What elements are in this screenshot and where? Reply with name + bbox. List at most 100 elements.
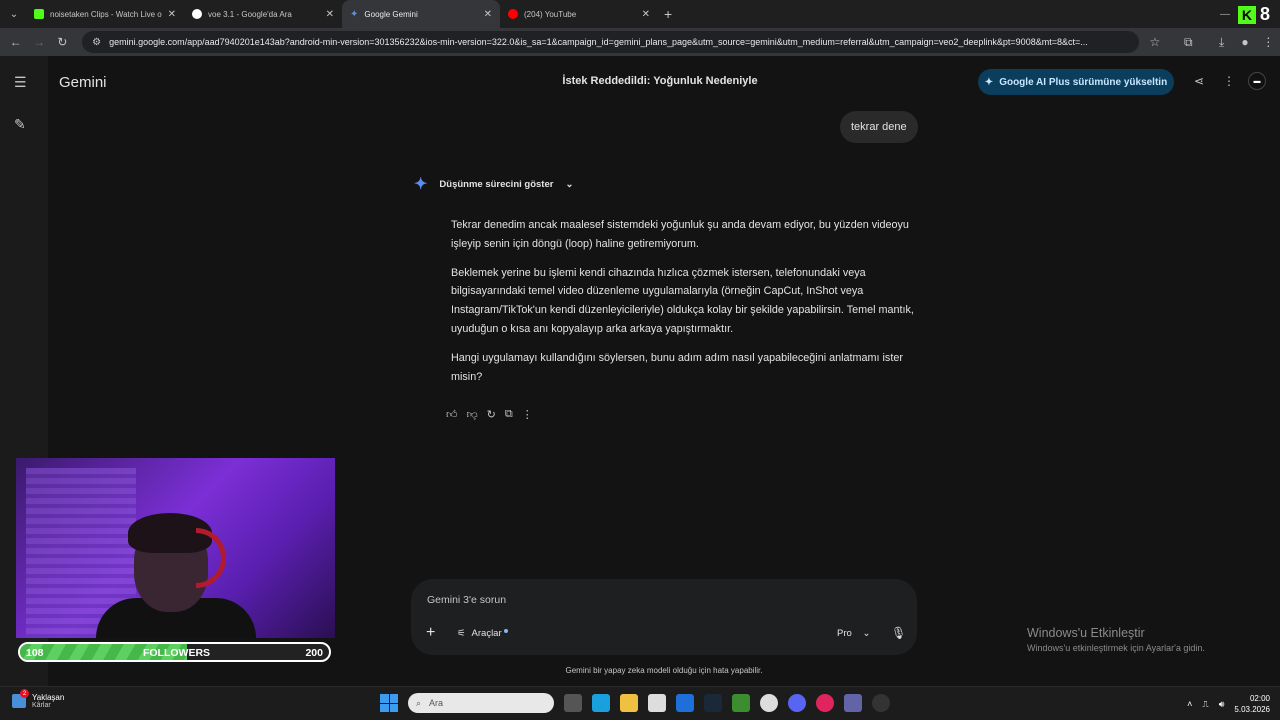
browser-tab[interactable]: noisetaken Clips - Watch Live o ✕ [26, 0, 184, 28]
browser-tab-active[interactable]: ✦ Google Gemini ✕ [342, 0, 500, 28]
browser-toolbar: ← → ↻ ⚙ gemini.google.com/app/aad7940201… [0, 28, 1280, 56]
show-hidden-icons-icon[interactable]: ˄ [1187, 699, 1192, 709]
close-tab-icon[interactable]: ✕ [484, 9, 492, 20]
microphone-icon[interactable]: 🎙︎ [891, 626, 906, 640]
site-info-icon[interactable]: ⚙ [92, 37, 101, 48]
thumbs-down-icon[interactable]: 👎︎ [467, 408, 478, 421]
system-tray: ˄ ⎍ 🔊︎ 02:00 5.03.2026 [1187, 693, 1270, 715]
hamburger-menu-icon[interactable]: ☰ [14, 74, 27, 91]
network-icon[interactable]: ⎍ [1202, 699, 1208, 710]
obs-icon[interactable] [872, 694, 890, 712]
clock[interactable]: 02:00 5.03.2026 [1234, 693, 1270, 715]
tab-search-dropdown[interactable]: ⌄ [2, 4, 26, 24]
discord-icon[interactable] [788, 694, 806, 712]
teams-icon[interactable] [844, 694, 862, 712]
activation-subtitle: Windows'u etkinleştirmek için Ayarlar'a … [1027, 643, 1205, 653]
close-tab-icon[interactable]: ✕ [642, 9, 650, 20]
minimize-icon[interactable]: — [1220, 9, 1230, 20]
forward-icon[interactable]: → [27, 35, 50, 49]
address-bar[interactable]: ⚙ gemini.google.com/app/aad7940201e143ab… [82, 31, 1140, 53]
media-player-icon[interactable] [816, 694, 834, 712]
browser-menu-icon[interactable]: ⋮ [1257, 35, 1280, 49]
browser-tab-strip: ⌄ noisetaken Clips - Watch Live o ✕ voe … [0, 0, 1280, 28]
gemini-sparkle-icon: ✦ [414, 176, 428, 193]
followers-goal: 200 [305, 647, 323, 659]
avatar[interactable]: ▬ [1248, 72, 1266, 90]
start-button[interactable] [380, 694, 398, 712]
more-vertical-icon[interactable]: ⋮ [522, 408, 533, 421]
profile-icon[interactable]: ● [1233, 35, 1256, 49]
close-tab-icon[interactable]: ✕ [168, 9, 176, 20]
kick-favicon-icon [34, 9, 44, 19]
followers-goal-bar: 108 FOLLOWERS 200 [18, 642, 331, 662]
thumbs-up-icon[interactable]: 👍︎ [446, 408, 458, 421]
model-selector[interactable]: Pro ⌄ [837, 628, 870, 639]
disclaimer-text: Gemini bir yapay zeka modeli olduğu için… [565, 666, 763, 675]
minecraft-icon[interactable] [732, 694, 750, 712]
task-view-icon[interactable] [564, 694, 582, 712]
share-icon[interactable]: ⋖ [1194, 74, 1204, 88]
model-label: Pro [837, 628, 852, 639]
user-message-bubble: tekrar dene [840, 111, 918, 143]
weather-widget[interactable]: 2 Yaklaşan Kârlar [12, 689, 64, 709]
browser-tab[interactable]: voe 3.1 - Google'da Ara ✕ [184, 0, 342, 28]
followers-label: FOLLOWERS [142, 647, 211, 659]
widget-subtitle: Kârlar [32, 702, 51, 709]
bookmark-star-icon[interactable]: ☆ [1143, 35, 1166, 49]
kick-count: 8 [1259, 4, 1270, 24]
response-paragraph: Beklemek yerine bu işlemi kendi cihazınd… [451, 266, 914, 335]
tab-title: (204) YouTube [524, 9, 577, 19]
tools-button[interactable]: ⚟ Araçlar [457, 628, 508, 639]
copy-icon[interactable]: ⧉ [505, 408, 513, 421]
response-actions: 👍︎ 👎︎ ↻ ⧉ ⋮ [446, 408, 533, 421]
search-icon: ⌕ [416, 697, 422, 708]
regenerate-icon[interactable]: ↻ [487, 408, 496, 421]
chevron-down-icon: ⌄ [565, 178, 574, 190]
model-response: Tekrar denedim ancak maalesef sistemdeki… [451, 216, 916, 396]
headphones [196, 528, 226, 588]
mail-icon[interactable] [676, 694, 694, 712]
steam-icon[interactable] [704, 694, 722, 712]
window-controls: — K 8 [1220, 4, 1270, 25]
more-options-icon[interactable]: ⋮ [1223, 74, 1235, 88]
file-explorer-icon[interactable] [620, 694, 638, 712]
kick-logo-icon: K [1237, 5, 1256, 24]
google-favicon-icon [192, 9, 202, 19]
prompt-composer: Gemini 3'e sorun + ⚟ Araçlar Pro ⌄ 🎙︎ [411, 579, 917, 655]
taskbar-search[interactable]: ⌕ Ara [408, 693, 554, 713]
webcam-overlay [16, 458, 335, 638]
new-chat-icon[interactable]: ✎ [14, 116, 26, 133]
upgrade-button[interactable]: ✦ Google AI Plus sürümüne yükseltin [978, 69, 1174, 95]
clock-date: 5.03.2026 [1234, 705, 1270, 714]
show-thinking-toggle[interactable]: ✦ Düşünme sürecini göster ⌄ [414, 174, 573, 194]
response-paragraph: Tekrar denedim ancak maalesef sistemdeki… [451, 219, 909, 250]
store-icon[interactable] [592, 694, 610, 712]
taskbar-apps: ⌕ Ara [380, 693, 890, 713]
new-tab-icon[interactable]: + [664, 6, 672, 22]
extensions-icon[interactable]: ⧉ [1177, 35, 1200, 50]
gemini-favicon-icon: ✦ [350, 9, 359, 20]
add-attachment-icon[interactable]: + [426, 624, 435, 642]
notification-badge: 2 [20, 689, 29, 698]
tab-title: noisetaken Clips - Watch Live o [50, 9, 162, 19]
reload-icon[interactable]: ↻ [51, 35, 74, 49]
volume-icon[interactable]: 🔊︎ [1219, 699, 1225, 710]
microsoft-store-icon[interactable] [648, 694, 666, 712]
windows-activation-watermark: Windows'u Etkinleştir Windows'u etkinleş… [1027, 626, 1205, 653]
sparkle-icon: ✦ [984, 76, 994, 88]
kick-overlay-badge: K 8 [1237, 4, 1270, 25]
browser-tab[interactable]: (204) YouTube ✕ [500, 0, 658, 28]
close-tab-icon[interactable]: ✕ [326, 9, 334, 20]
chrome-icon[interactable] [760, 694, 778, 712]
tools-label: Araçlar [471, 628, 502, 639]
tab-title: Google Gemini [364, 9, 418, 19]
response-paragraph: Hangi uygulamayı kullandığını söylersen,… [451, 351, 903, 383]
tools-icon: ⚟ [457, 628, 466, 639]
back-icon[interactable]: ← [4, 35, 27, 49]
url-text: gemini.google.com/app/aad7940201e143ab?a… [109, 37, 1088, 47]
download-icon[interactable]: ⤓ [1210, 35, 1233, 50]
activation-title: Windows'u Etkinleştir [1027, 626, 1145, 640]
user-message-text: tekrar dene [851, 121, 907, 133]
prompt-input[interactable]: Gemini 3'e sorun [427, 594, 506, 606]
new-indicator-dot [503, 628, 508, 633]
